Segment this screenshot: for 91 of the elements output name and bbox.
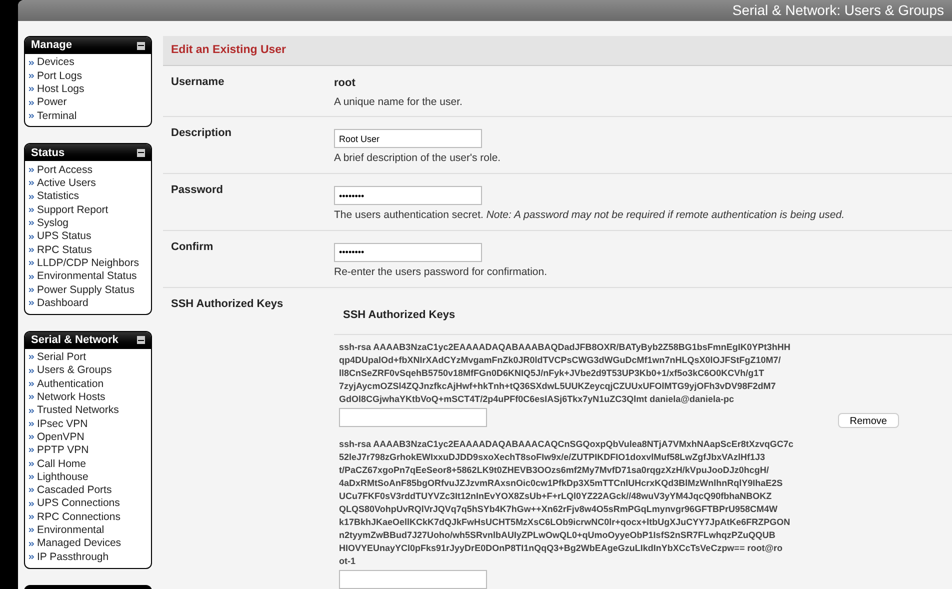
bullet-icon — [29, 100, 34, 105]
help-text: Re-enter the users password for confirmation. — [334, 264, 548, 280]
input-field[interactable]: •••••••• — [334, 242, 482, 262]
bullet-icon — [29, 261, 34, 266]
sidebar-link[interactable]: RPC Connections — [37, 512, 120, 522]
bullet-icon — [29, 435, 34, 440]
sidebar-link[interactable]: Lighthouse — [37, 472, 88, 482]
bullet-icon — [29, 208, 34, 212]
collapse-icon[interactable] — [137, 42, 145, 50]
input-field[interactable] — [339, 408, 487, 427]
bullet-icon — [29, 60, 34, 65]
bullet-icon — [29, 248, 34, 252]
sidebar-link[interactable]: Power Supply Status — [37, 284, 134, 296]
bullet-icon — [29, 221, 34, 226]
bullet-icon — [29, 554, 34, 559]
sidebar-link[interactable]: Call Home — [37, 458, 86, 470]
input-field[interactable] — [339, 570, 487, 588]
bullet-icon — [29, 462, 34, 466]
bullet-icon — [29, 274, 34, 278]
sidebar-link[interactable]: Serial Port — [37, 352, 86, 363]
help-text: A brief description of the user's role. — [334, 151, 501, 166]
sidebar-link[interactable]: Port Logs — [37, 70, 82, 82]
sidebar-link[interactable]: Trusted Networks — [37, 405, 119, 416]
field-label: Username — [170, 75, 226, 90]
sidebar-link[interactable]: Power — [37, 97, 67, 108]
sidebar-link[interactable]: Port Access — [37, 164, 92, 176]
sidebar-link[interactable]: Host Logs — [37, 84, 84, 94]
sidebar-link[interactable]: Devices — [37, 57, 74, 68]
bullet-icon — [29, 382, 34, 386]
sidebar-link[interactable]: Managed Devices — [37, 538, 122, 549]
bullet-icon — [29, 528, 34, 532]
panel-title: Serial & Network — [31, 333, 118, 348]
field-label: SSH Authorized Keys — [170, 296, 284, 312]
bullet-icon — [29, 488, 34, 492]
sidebar-link[interactable]: UPS Status — [37, 231, 92, 242]
sidebar-link[interactable]: Environmental Status — [37, 271, 137, 282]
bullet-icon — [29, 514, 34, 519]
bullet-icon — [29, 194, 34, 199]
bullet-icon — [29, 301, 34, 306]
panel-title: Manage — [31, 38, 72, 54]
field-label: Password — [170, 183, 224, 198]
sidebar-link[interactable]: Statistics — [37, 191, 80, 202]
sidebar-link[interactable]: Syslog — [37, 218, 69, 229]
bullet-icon — [29, 502, 34, 506]
bullet-icon — [29, 181, 34, 186]
sidebar-link[interactable]: Dashboard — [37, 298, 88, 308]
bullet-icon — [29, 234, 34, 239]
bullet-icon — [29, 355, 34, 360]
input-field[interactable]: Root User — [334, 129, 482, 148]
section-heading: SSH Authorized Keys — [343, 308, 456, 320]
bullet-icon — [29, 87, 34, 92]
page-title: Serial & Network: Users & Groups — [732, 1, 944, 20]
ssh-key-text: ssh-rsa AAAAB3NzaC1yc2EAAAADAQABAAABAQDadJFB8OXR/BATyByb2Z58BG1bsFmnEgIK0YPt3hHH qp4DUpalOd+fbXNIrXAdCYzMvgamFnZk0JR0ldTVCPsCWG3dWGuDcMf1wn7nHLQsX0lOJFStFgZ10M7/ ll8CnSeZRF0vSqehB5750v18MfFGn0D6KNIQ5J/nFyk+JVbe2d9T53UP3Kb0+1/xf5o3kC6O0KCVh/g1T 7zyjAycmOZSl4ZQJnzfkcAjHwf+hkTnh+tQ36SXdwL5UUKZeycqjCZUUxUFOlMTG9yjOFh3vDV98F2dM7 GdOl8CGjwhaYKtbVoQ+mSCT4T/2p4uPFf0C6esIASj6Tkx7yN1uZC3Qlmt daniela@daniela-pc — [339, 340, 792, 406]
ssh-key-text: ssh-rsa AAAAB3NzaC1yc2EAAAADAQABAAACAQCnSGQoxpQbVulea8NTjA7VMxhNAapScEr8tXzvqGC7c 52leJ7r798zGrhokEWIxxuDJDD9sxoXechT8soFIw9x/e/ZUTPIKDFIO1doxvlMuf58LwZgfJbxVAzlHf1J3 t/PaCZ67xgoPn7qEeSeor8+5862LK9t0ZHEVB3OOzs6mf2My7MvfD71sa0rqgzXzH/kVpuJooDJz0hcgH/ 4aDxRMtSoAnF85bgORfvuJZJzvmRAxsnOic0cw1PfkDp3X5mTTCnlUHcrxKQd3BlMzWnlhnRqlY9IhaE2S UCu7FKF0sV3rddTUYVZc3It12nInEvYOX8ZsUb+F+rLQl0YZ22AGck//48wuV3yYM4JqcQ90fbhaNBOKZ QLQS80VohpUvRQlVrJQVq7q5hSYb4K7hGw++Xn62rFjv8w4O5sRmPGqLmynvgr96GFTBPrU958CM4W k17BkhJKaeOellKCkK7dQJkFwHsUCHT5MzXsC6LOb9icrwNC0lr+qocx+ltbUgXJuCYY7JpAtKe6FRZPGON n2tyymZwBBud7J27Uoho/wh5SRvnlbAUIyZPLwOwQL0+qUmoOyyeObP1IsfS2nSR7FLwhqzPZuQQUB HIOVYEUnayYCl0pFks91rJyyDrE0DOnP8TI1nQqQ3+Bg2WbEAgeGzuLIkdInYbXCcTsVeCzpw== root@ro ot-1 — [339, 438, 794, 568]
bullet-icon — [29, 448, 34, 452]
sidebar-link[interactable]: IPsec VPN — [37, 418, 88, 430]
sidebar-link[interactable]: IP Passthrough — [37, 552, 109, 562]
sidebar-link[interactable]: PPTP VPN — [37, 445, 89, 456]
collapse-icon[interactable] — [137, 336, 145, 344]
sidebar-link[interactable]: Terminal — [37, 110, 77, 122]
sidebar-link[interactable]: LLDP/CDP Neighbors — [37, 258, 139, 268]
bullet-icon — [29, 542, 34, 546]
sidebar-link[interactable]: OpenVPN — [37, 432, 84, 442]
input-field[interactable]: •••••••• — [334, 186, 482, 205]
sidebar-link[interactable]: UPS Connections — [37, 498, 120, 509]
sidebar-link[interactable]: Network Hosts — [37, 392, 106, 403]
bullet-icon — [29, 74, 34, 78]
bullet-icon — [29, 475, 34, 480]
field-label: Description — [170, 126, 233, 142]
bullet-icon — [29, 395, 34, 400]
username-value: root — [334, 76, 356, 91]
bullet-icon — [29, 168, 34, 172]
bullet-icon — [29, 422, 34, 426]
sidebar-link[interactable]: RPC Status — [37, 244, 92, 256]
bullet-icon — [29, 408, 34, 413]
field-label: Confirm — [170, 240, 214, 255]
form-title: Edit an Existing User — [171, 42, 286, 58]
bullet-icon — [29, 114, 34, 118]
sidebar-link[interactable]: Support Report — [37, 204, 108, 216]
sidebar-link[interactable]: Users & Groups — [37, 365, 112, 376]
help-text: The users authentication secret. Note: A password may not be required if remote authentication is being used. — [334, 208, 845, 223]
panel-title: Status — [31, 146, 65, 161]
bullet-icon — [29, 288, 34, 292]
remove-button[interactable]: Remove — [838, 412, 899, 428]
sidebar-link[interactable]: Cascaded Ports — [37, 485, 112, 496]
collapse-icon[interactable] — [137, 148, 145, 157]
help-text: A unique name for the user. — [334, 94, 462, 110]
sidebar-link[interactable]: Environmental — [37, 525, 104, 536]
bullet-icon — [29, 368, 34, 373]
sidebar-link[interactable]: Authentication — [37, 378, 104, 390]
sidebar-link[interactable]: Active Users — [37, 178, 96, 189]
